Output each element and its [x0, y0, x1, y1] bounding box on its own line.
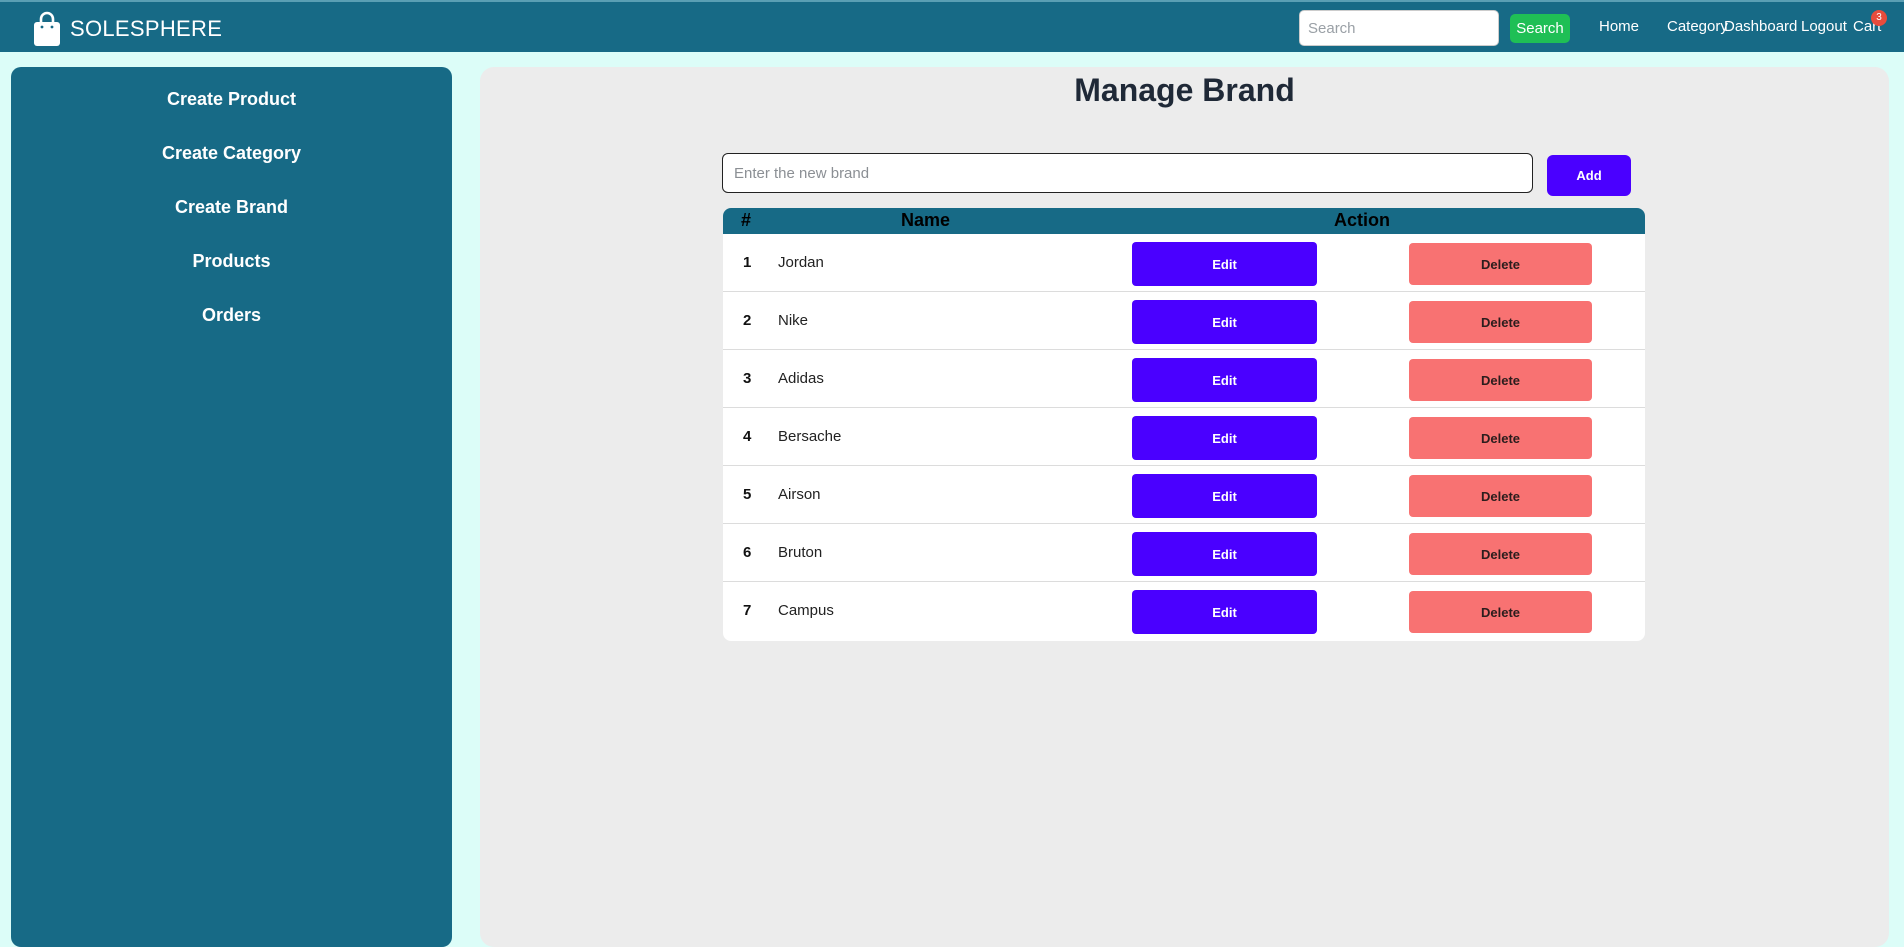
admin-sidebar: Create Product Create Category Create Br…	[11, 67, 452, 947]
delete-button[interactable]: Delete	[1409, 417, 1592, 459]
row-number: 3	[743, 370, 752, 387]
column-header-name: Name	[901, 210, 951, 230]
table-row: 6 Bruton Edit Delete	[723, 524, 1645, 582]
table-row: 1 Jordan Edit Delete	[723, 234, 1645, 292]
table-row: 4 Bersache Edit Delete	[723, 408, 1645, 466]
edit-button[interactable]: Edit	[1132, 590, 1317, 634]
column-header-action: Action	[1334, 210, 1390, 230]
brand-name: Bruton	[778, 544, 823, 561]
table-row: 3 Adidas Edit Delete	[723, 350, 1645, 408]
table-header: # Name Action	[723, 208, 1645, 234]
shopping-bag-icon	[34, 11, 60, 46]
table-row: 5 Airson Edit Delete	[723, 466, 1645, 524]
delete-button[interactable]: Delete	[1409, 591, 1592, 633]
nav-home-link[interactable]: Home	[1599, 18, 1639, 35]
brand-name: Adidas	[778, 370, 824, 387]
brand-name: Nike	[778, 312, 809, 329]
delete-button[interactable]: Delete	[1409, 359, 1592, 401]
delete-button[interactable]: Delete	[1409, 475, 1592, 517]
edit-button[interactable]: Edit	[1132, 358, 1317, 402]
table-row: 2 Nike Edit Delete	[723, 292, 1645, 350]
search-button[interactable]: Search	[1510, 14, 1570, 43]
row-number: 7	[743, 602, 752, 619]
nav-category-link[interactable]: Category	[1667, 18, 1728, 35]
table-row: 7 Campus Edit Delete	[723, 582, 1645, 641]
edit-button[interactable]: Edit	[1132, 242, 1317, 286]
row-number: 4	[743, 428, 752, 445]
brand-name: SOLESPHERE	[70, 16, 223, 41]
search-input[interactable]	[1299, 10, 1499, 46]
row-number: 1	[743, 254, 752, 271]
delete-button[interactable]: Delete	[1409, 301, 1592, 343]
new-brand-input[interactable]	[722, 153, 1533, 193]
delete-button[interactable]: Delete	[1409, 243, 1592, 285]
row-number: 5	[743, 486, 752, 503]
edit-button[interactable]: Edit	[1132, 416, 1317, 460]
nav-dashboard-link[interactable]: Dashboard	[1724, 18, 1797, 35]
brand-name: Bersache	[778, 428, 842, 445]
sidebar-item-create-brand[interactable]: Create Brand	[11, 197, 452, 218]
row-number: 6	[743, 544, 752, 561]
sidebar-item-products[interactable]: Products	[11, 251, 452, 272]
row-number: 2	[743, 312, 752, 329]
cart-count-badge: 3	[1871, 10, 1887, 26]
brand-logo[interactable]: SOLESPHERE	[32, 11, 222, 47]
column-header-number: #	[741, 210, 752, 230]
sidebar-item-create-product[interactable]: Create Product	[11, 89, 452, 110]
edit-button[interactable]: Edit	[1132, 474, 1317, 518]
edit-button[interactable]: Edit	[1132, 532, 1317, 576]
nav-logout-link[interactable]: Logout	[1801, 18, 1847, 35]
brand-name: Campus	[778, 602, 834, 619]
brand-name: Airson	[778, 486, 821, 503]
top-navbar: SOLESPHERE Search Home Category Dashboar…	[0, 0, 1904, 52]
delete-button[interactable]: Delete	[1409, 533, 1592, 575]
brand-table: # Name Action 1 Jordan Edit Delete 2 Nik…	[723, 208, 1645, 641]
sidebar-item-create-category[interactable]: Create Category	[11, 143, 452, 164]
page-title: Manage Brand	[1074, 72, 1295, 108]
edit-button[interactable]: Edit	[1132, 300, 1317, 344]
add-brand-button[interactable]: Add	[1547, 155, 1631, 196]
sidebar-item-orders[interactable]: Orders	[11, 305, 452, 326]
brand-name: Jordan	[778, 254, 824, 271]
